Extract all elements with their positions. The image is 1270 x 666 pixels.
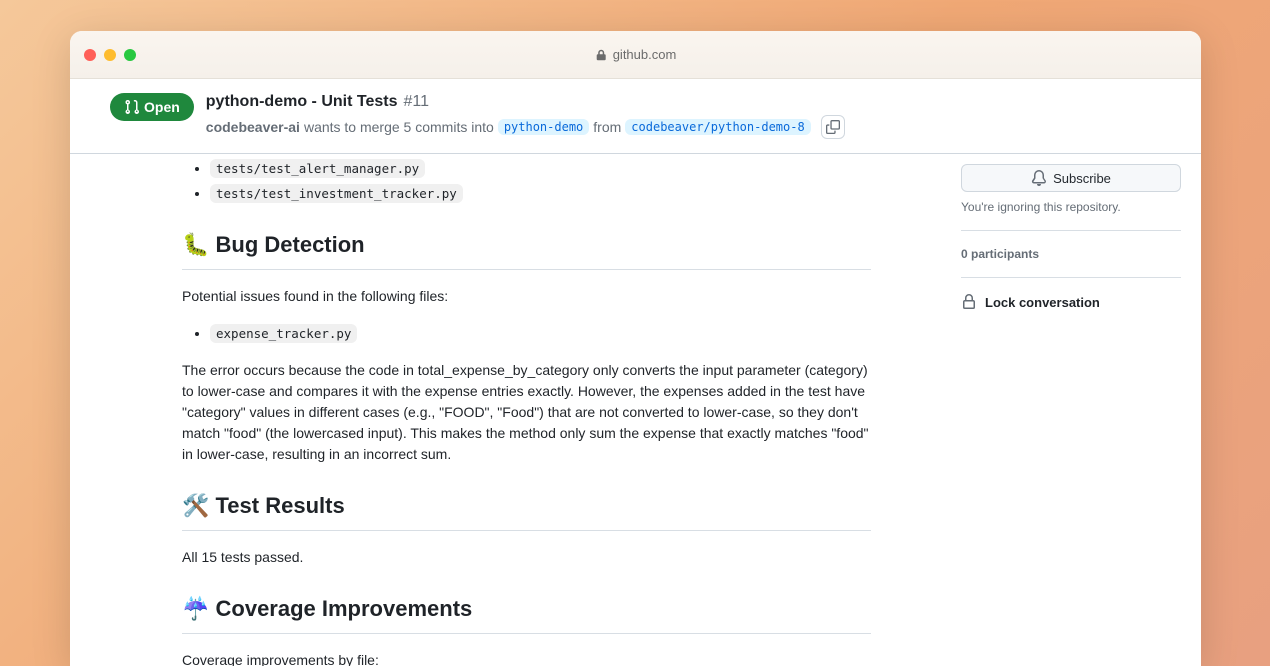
lock-conversation-button[interactable]: Lock conversation <box>961 294 1181 310</box>
pr-number: #11 <box>403 93 429 111</box>
test-results-heading: 🛠️ Test Results <box>182 489 871 531</box>
pr-body: tests/test_alert_manager.py tests/test_i… <box>182 158 901 666</box>
participants-section: 0 participants <box>961 230 1181 277</box>
browser-chrome: github.com <box>70 31 1201 79</box>
list-item: tests/test_alert_manager.py <box>210 158 871 179</box>
ignoring-text: You're ignoring this repository. <box>961 200 1181 214</box>
url-text: github.com <box>613 47 677 62</box>
file-path: tests/test_alert_manager.py <box>210 159 425 178</box>
test-results-text: All 15 tests passed. <box>182 547 871 568</box>
file-path: tests/test_investment_tracker.py <box>210 184 463 203</box>
coverage-heading: ☔ Coverage Improvements <box>182 592 871 634</box>
pr-merge-text: wants to merge 5 commits into <box>304 119 494 135</box>
window-controls <box>84 49 136 61</box>
bug-explanation: The error occurs because the code in tot… <box>182 360 871 465</box>
sidebar: Subscribe You're ignoring this repositor… <box>941 154 1201 666</box>
bug-file-list: expense_tracker.py <box>182 323 871 344</box>
list-item: tests/test_investment_tracker.py <box>210 183 871 204</box>
participants-label: 0 participants <box>961 247 1181 261</box>
subscribe-button[interactable]: Subscribe <box>961 164 1181 192</box>
lock-label: Lock conversation <box>985 295 1100 310</box>
minimize-window-button[interactable] <box>104 49 116 61</box>
pr-header: Open python-demo - Unit Tests #11 codebe… <box>70 79 1201 154</box>
head-branch[interactable]: codebeaver/python-demo-8 <box>625 119 810 135</box>
content-area: tests/test_alert_manager.py tests/test_i… <box>70 154 1201 666</box>
pr-state-badge: Open <box>110 93 194 121</box>
pr-author[interactable]: codebeaver-ai <box>206 119 300 135</box>
browser-window: github.com Open python-demo - Unit Tests… <box>70 31 1201 666</box>
copy-branch-button[interactable] <box>821 115 845 139</box>
lock-icon <box>595 49 607 61</box>
subscribe-label: Subscribe <box>1053 171 1111 186</box>
bug-detection-heading: 🐛 Bug Detection <box>182 228 871 270</box>
copy-icon <box>826 120 840 134</box>
git-pull-request-icon <box>124 99 140 115</box>
pr-title[interactable]: python-demo - Unit Tests <box>206 93 398 111</box>
pr-meta: codebeaver-ai wants to merge 5 commits i… <box>206 115 1161 139</box>
file-list-top: tests/test_alert_manager.py tests/test_i… <box>182 158 871 204</box>
base-branch[interactable]: python-demo <box>498 119 589 135</box>
pr-from-text: from <box>593 119 621 135</box>
pr-title-block: python-demo - Unit Tests #11 codebeaver-… <box>206 93 1161 139</box>
list-item: expense_tracker.py <box>210 323 871 344</box>
lock-icon <box>961 294 977 310</box>
main-column: tests/test_alert_manager.py tests/test_i… <box>70 154 941 666</box>
bug-intro-text: Potential issues found in the following … <box>182 286 871 307</box>
url-bar[interactable]: github.com <box>595 47 677 62</box>
maximize-window-button[interactable] <box>124 49 136 61</box>
pr-state-label: Open <box>144 99 180 115</box>
bell-icon <box>1031 170 1047 186</box>
file-path: expense_tracker.py <box>210 324 357 343</box>
lock-section: Lock conversation <box>961 277 1181 326</box>
coverage-intro-text: Coverage improvements by file: <box>182 650 871 666</box>
close-window-button[interactable] <box>84 49 96 61</box>
